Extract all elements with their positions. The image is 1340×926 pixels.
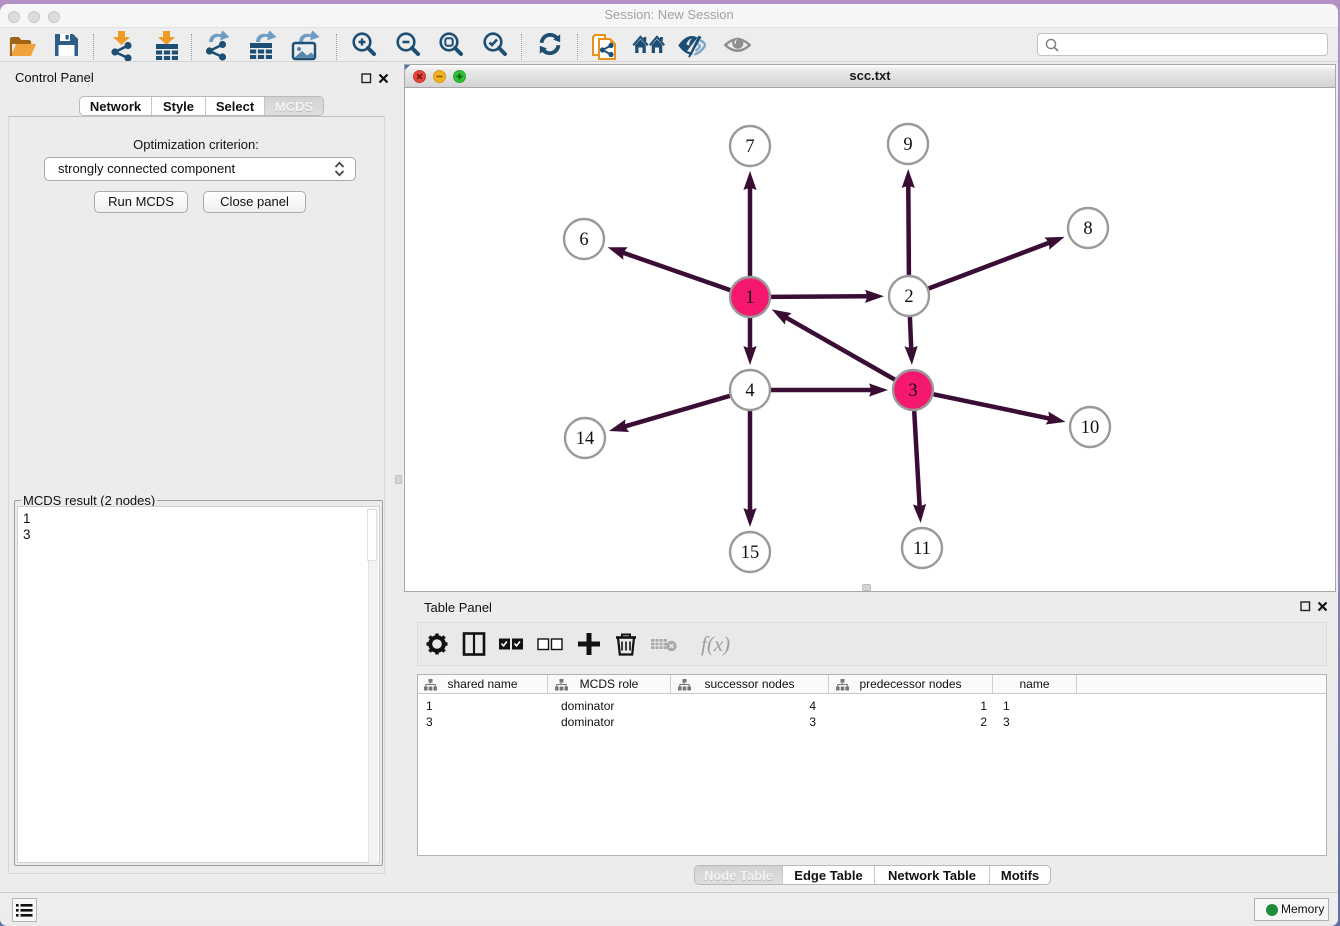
- svg-text:15: 15: [741, 543, 760, 563]
- svg-text:11: 11: [913, 539, 931, 559]
- svg-text:2: 2: [904, 287, 913, 307]
- svg-text:10: 10: [1081, 418, 1100, 438]
- svg-text:f(x): f(x): [701, 632, 730, 656]
- svg-text:6: 6: [579, 230, 588, 250]
- svg-text:8: 8: [1083, 219, 1092, 239]
- svg-text:3: 3: [908, 381, 917, 401]
- svg-text:9: 9: [903, 135, 912, 155]
- svg-text:14: 14: [576, 429, 595, 449]
- svg-text:7: 7: [745, 137, 754, 157]
- svg-text:4: 4: [745, 381, 754, 401]
- svg-text:1: 1: [745, 288, 754, 308]
